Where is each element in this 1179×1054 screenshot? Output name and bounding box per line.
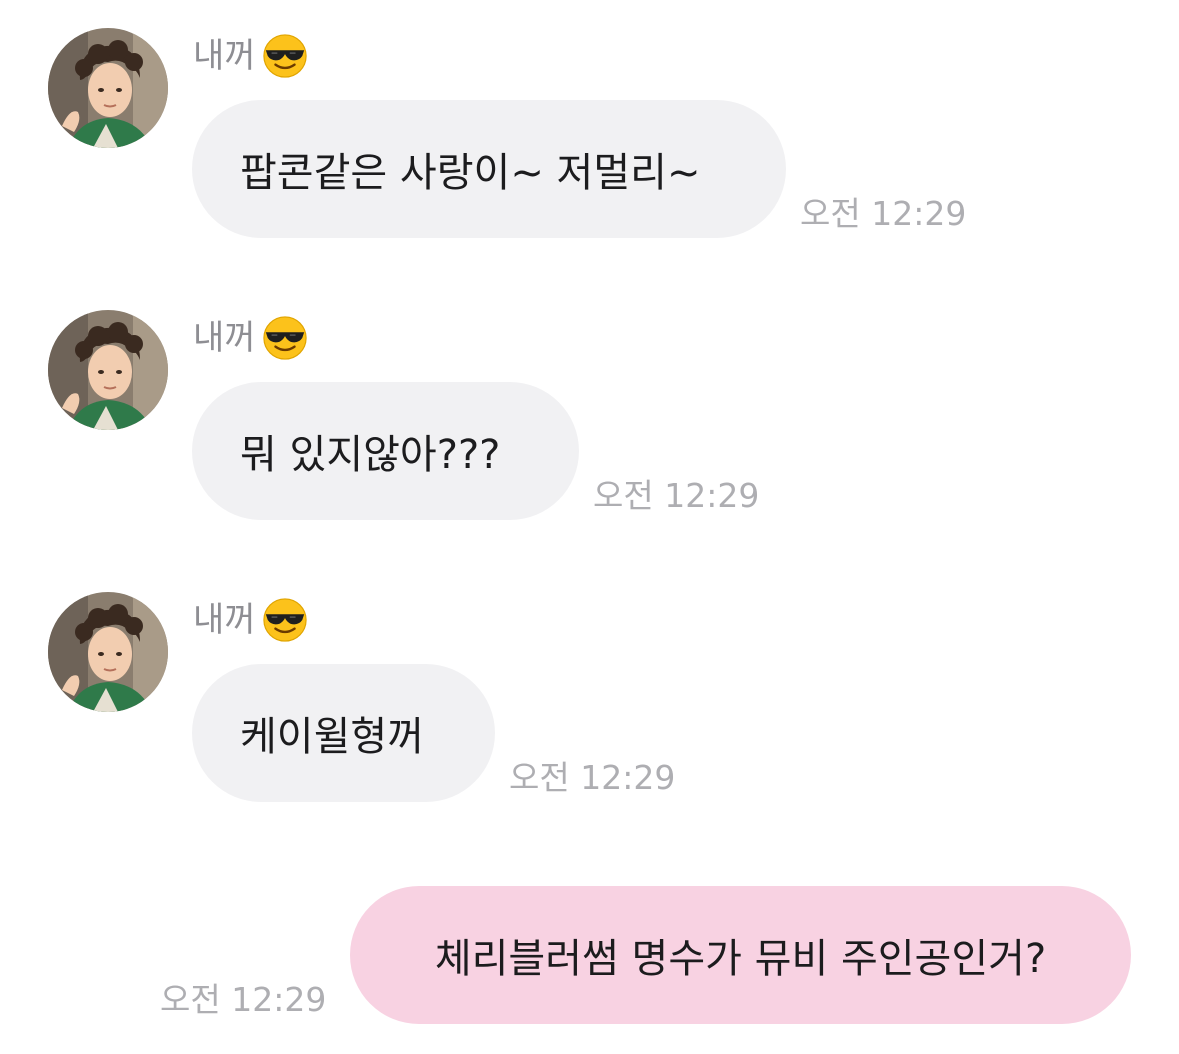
sender-name: 내꺼 xyxy=(193,600,256,640)
incoming-message: 내꺼 뭐 있지않아??? 오전 12:29 xyxy=(0,282,1179,522)
sender-name: 내꺼 xyxy=(193,318,256,358)
avatar[interactable] xyxy=(48,592,168,712)
sender-header: 내꺼 xyxy=(193,598,308,642)
message-text: 뭐 있지않아??? xyxy=(240,432,501,478)
message-timestamp: 오전 12:29 xyxy=(593,476,760,515)
message-text: 팝콘같은 사랑이~ 저멀리~ xyxy=(240,150,701,196)
sender-header: 내꺼 xyxy=(193,34,308,78)
sender-name: 내꺼 xyxy=(193,36,256,76)
avatar[interactable] xyxy=(48,310,168,430)
message-bubble[interactable]: 케이윌형꺼 xyxy=(192,664,495,802)
outgoing-message-timestamp: 오전 12:29 xyxy=(160,980,327,1019)
sunglasses-emoji-icon xyxy=(262,597,308,643)
outgoing-message-text: 체리블러썸 명수가 뮤비 주인공인거? xyxy=(434,936,1047,982)
message-timestamp: 오전 12:29 xyxy=(509,758,676,797)
incoming-message: 내꺼 케이윌형꺼 오전 12:29 xyxy=(0,564,1179,804)
sunglasses-emoji-icon xyxy=(262,315,308,361)
avatar[interactable] xyxy=(48,28,168,148)
message-timestamp: 오전 12:29 xyxy=(800,194,967,233)
message-bubble[interactable]: 팝콘같은 사랑이~ 저멀리~ xyxy=(192,100,786,238)
message-text: 케이윌형꺼 xyxy=(240,714,424,760)
sunglasses-emoji-icon xyxy=(262,33,308,79)
sender-header: 내꺼 xyxy=(193,316,308,360)
incoming-message: 내꺼 팝콘같은 사랑이~ 저멀리~ 오전 12:29 xyxy=(0,0,1179,240)
message-bubble[interactable]: 뭐 있지않아??? xyxy=(192,382,579,520)
outgoing-message-bubble[interactable]: 체리블러썸 명수가 뮤비 주인공인거? xyxy=(350,886,1131,1024)
